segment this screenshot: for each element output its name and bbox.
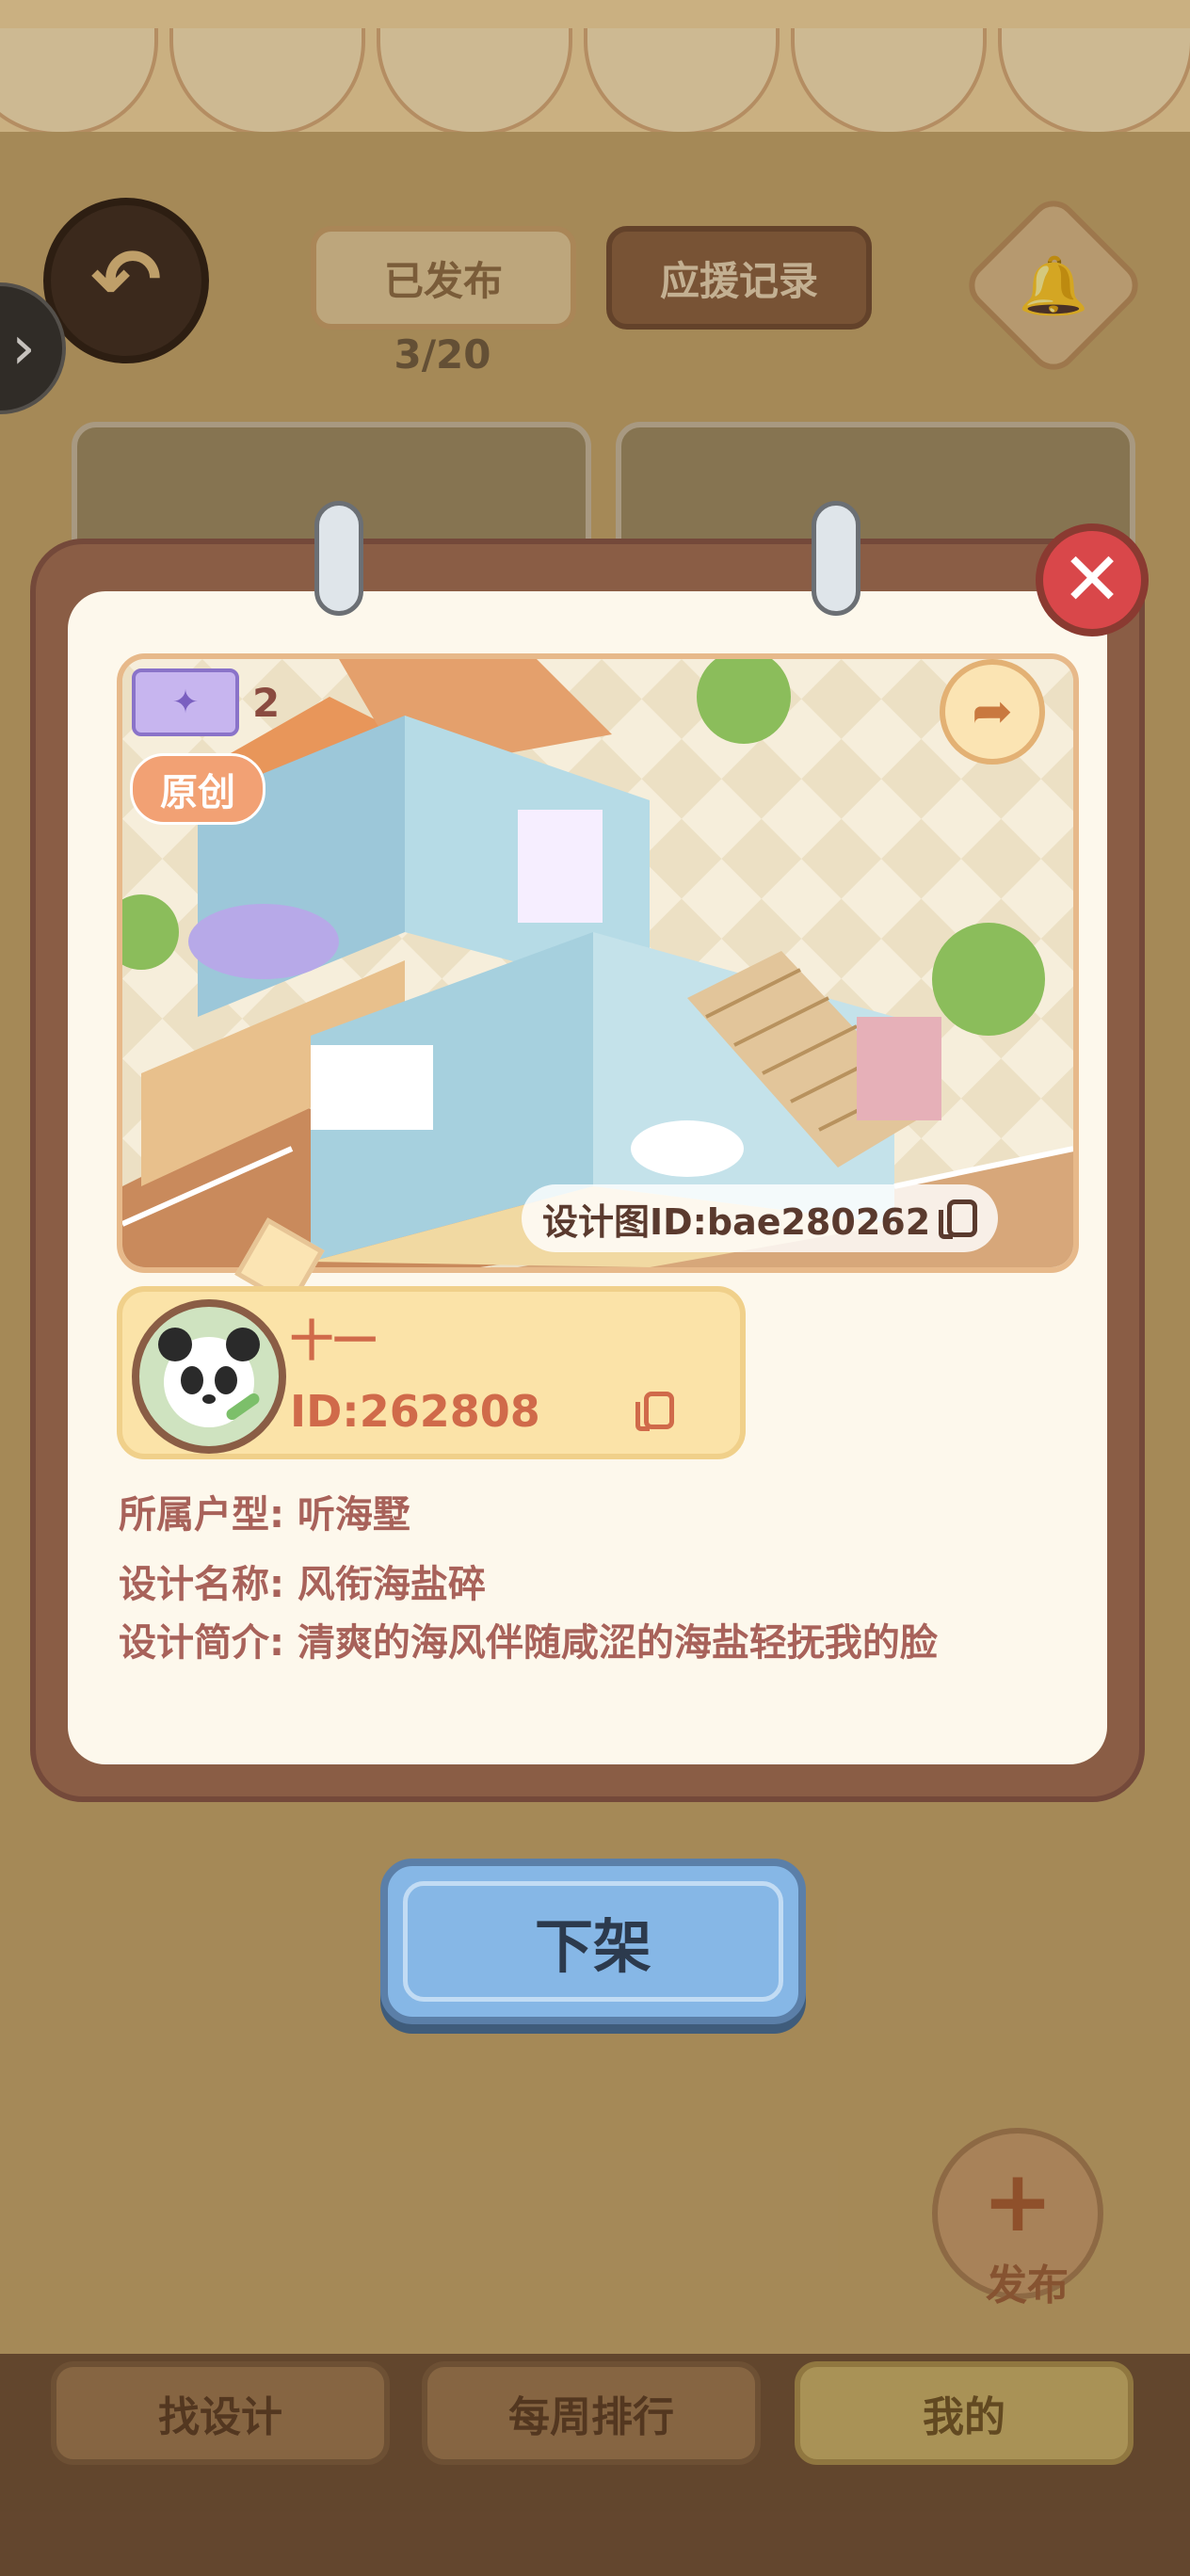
remove-listing-label: 下架 (534, 1912, 651, 1981)
copy-icon[interactable] (939, 1199, 978, 1239)
avatar[interactable] (132, 1299, 286, 1454)
house-illustration (122, 659, 1073, 1267)
design-name: 设计名称: 风衔海盐碎 (119, 1563, 486, 1606)
close-icon: ✕ (1061, 538, 1123, 622)
close-button[interactable]: ✕ (1036, 523, 1149, 636)
share-button[interactable]: ➦ (940, 659, 1045, 765)
design-intro: 设计简介: 清爽的海风伴随咸涩的海盐轻抚我的脸 (119, 1621, 938, 1665)
design-id-pill[interactable]: 设计图ID:bae280262 (522, 1184, 999, 1252)
panda-avatar-image (158, 1328, 260, 1427)
design-id-text: 设计图ID:bae280262 (542, 1200, 931, 1243)
author-name: 十一 (290, 1315, 377, 1366)
binder-ring (812, 501, 860, 616)
ticket-count: 2 (252, 679, 281, 726)
house-type: 所属户型: 听海墅 (119, 1493, 410, 1537)
design-preview-image[interactable] (117, 653, 1079, 1273)
remove-listing-button[interactable]: 下架 (380, 1859, 806, 2024)
share-icon: ➦ (972, 684, 1013, 740)
copy-author-id-icon[interactable] (635, 1392, 674, 1431)
support-ticket-counter: ✦ 2 (132, 668, 280, 736)
ticket-icon: ✦ (132, 668, 239, 736)
binder-ring (314, 501, 363, 616)
original-badge: 原创 (130, 753, 265, 825)
author-id: ID:262808 (290, 1386, 540, 1437)
